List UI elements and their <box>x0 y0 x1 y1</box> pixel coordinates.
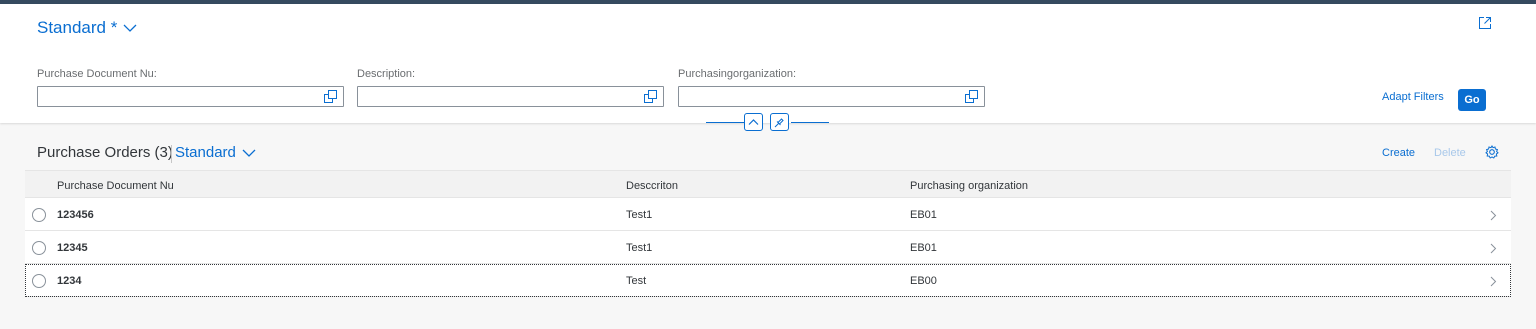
chevron-right-icon[interactable] <box>1490 210 1497 221</box>
value-help-icon[interactable] <box>324 90 338 108</box>
purchasing-organization-input[interactable] <box>679 87 959 106</box>
chevron-down-icon <box>123 24 137 32</box>
cell-organization: EB01 <box>910 242 937 254</box>
collapse-divider <box>791 122 829 123</box>
filter-label: Purchasingorganization: <box>678 68 797 80</box>
description-input[interactable] <box>358 87 638 106</box>
cell-description: Test1 <box>626 242 653 254</box>
cell-organization: EB00 <box>910 275 937 287</box>
table-row[interactable]: 12345 Test1 EB01 <box>25 231 1511 264</box>
table-variant-label: Standard <box>175 144 236 161</box>
cell-description: Test <box>626 275 647 287</box>
adapt-filters-button[interactable]: Adapt Filters <box>1382 91 1444 103</box>
filter-input-wrapper <box>37 86 344 107</box>
chevron-up-icon <box>748 119 759 125</box>
purchase-orders-table: Purchase Document Nu Desccriton Purchasi… <box>25 170 1511 297</box>
column-header-description[interactable]: Desccriton <box>626 180 678 192</box>
filter-description: Description: <box>357 68 664 107</box>
share-icon[interactable] <box>1478 16 1492 35</box>
row-select-radio[interactable] <box>32 274 46 288</box>
go-button[interactable]: Go <box>1458 89 1486 111</box>
filter-purchasing-organization: Purchasingorganization: <box>678 68 985 107</box>
create-button[interactable]: Create <box>1382 147 1415 159</box>
settings-icon[interactable] <box>1485 145 1499 164</box>
toolbar-separator <box>171 145 172 163</box>
cell-document: 12345 <box>57 242 88 254</box>
value-help-icon[interactable] <box>644 90 658 108</box>
delete-button[interactable]: Delete <box>1434 147 1466 159</box>
variant-selector[interactable]: Standard * <box>37 18 137 38</box>
cell-organization: EB01 <box>910 209 937 221</box>
collapse-header-button[interactable] <box>744 113 763 131</box>
table-row[interactable]: 1234 Test EB00 <box>25 264 1511 297</box>
filter-label: Purchase Document Nu: <box>37 68 157 80</box>
filter-purchase-document: Purchase Document Nu: <box>37 68 344 107</box>
cell-description: Test1 <box>626 209 653 221</box>
collapse-divider <box>706 122 744 123</box>
cell-document: 1234 <box>57 275 82 287</box>
cell-document: 123456 <box>57 209 94 221</box>
table-variant-selector[interactable]: Standard <box>175 144 256 161</box>
value-help-icon[interactable] <box>965 90 979 108</box>
filter-label: Description: <box>357 68 416 80</box>
column-header-document[interactable]: Purchase Document Nu <box>57 180 174 192</box>
chevron-right-icon[interactable] <box>1490 276 1497 287</box>
row-select-radio[interactable] <box>32 241 46 255</box>
table-header: Purchase Document Nu Desccriton Purchasi… <box>25 170 1511 198</box>
row-select-radio[interactable] <box>32 208 46 222</box>
table-row[interactable]: 123456 Test1 EB01 <box>25 198 1511 231</box>
variant-label: Standard * <box>37 18 118 37</box>
chevron-right-icon[interactable] <box>1490 243 1497 254</box>
purchase-document-input[interactable] <box>38 87 318 106</box>
pin-icon <box>774 117 784 127</box>
pin-header-button[interactable] <box>770 113 789 131</box>
filter-input-wrapper <box>357 86 664 107</box>
chevron-down-icon <box>242 149 256 157</box>
column-header-organization[interactable]: Purchasing organization <box>910 180 1028 192</box>
table-title: Purchase Orders (3) <box>37 144 173 161</box>
filter-bar: Standard * Purchase Document Nu: Descrip… <box>0 4 1536 123</box>
table-toolbar: Purchase Orders (3) Standard Create Dele… <box>0 140 1536 168</box>
filter-input-wrapper <box>678 86 985 107</box>
